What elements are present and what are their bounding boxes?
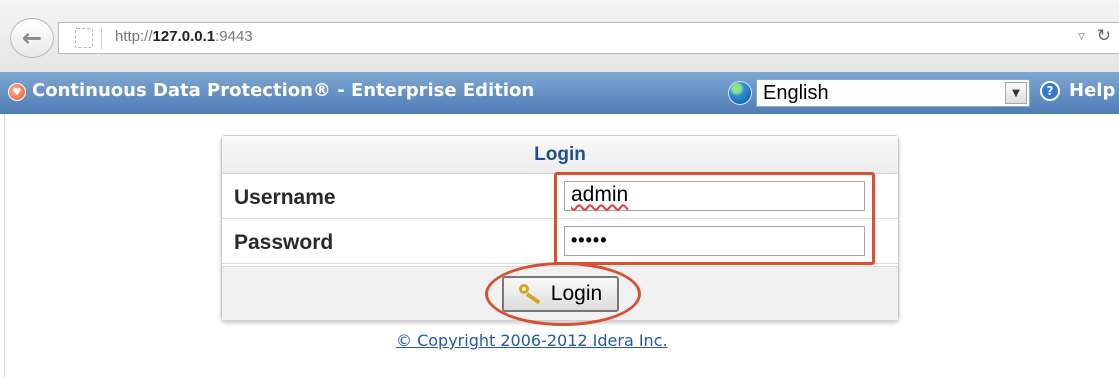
help-link[interactable]: ? Help — [1040, 80, 1115, 101]
username-value: admin — [571, 183, 629, 206]
login-title: Login — [534, 144, 586, 165]
username-label: Username — [234, 186, 336, 209]
password-field[interactable]: ••••• — [564, 226, 865, 256]
url-host: 127.0.0.1 — [152, 28, 216, 45]
browser-toolbar: ← http://127.0.0.1:9443 ▿ ↻ — [0, 0, 1119, 72]
password-label: Password — [234, 231, 334, 254]
address-divider — [101, 27, 102, 49]
page-left-border — [4, 114, 5, 377]
password-row: Password ••••• — [222, 220, 898, 264]
login-panel: Login Username admin Password ••••• Logi… — [221, 135, 899, 320]
url-port: :9443 — [215, 28, 253, 45]
shield-icon: ♥ — [8, 83, 26, 101]
page-icon — [75, 28, 93, 48]
key-icon — [518, 284, 543, 305]
language-value: English — [763, 82, 829, 104]
url-protocol: http:// — [115, 28, 153, 45]
copyright-link[interactable]: © Copyright 2006-2012 Idera Inc. — [396, 331, 668, 350]
dropdown-icon[interactable]: ▿ — [1078, 28, 1085, 44]
help-label: Help — [1069, 80, 1116, 101]
login-button[interactable]: Login — [502, 276, 619, 312]
back-arrow-icon: ← — [21, 24, 43, 52]
username-row: Username admin — [222, 175, 898, 219]
url-text[interactable]: http://127.0.0.1:9443 — [115, 28, 253, 45]
login-button-area: Login — [222, 266, 898, 320]
reload-icon[interactable]: ↻ — [1097, 26, 1111, 46]
help-icon: ? — [1040, 80, 1060, 101]
chevron-down-icon[interactable]: ▼ — [1005, 82, 1027, 104]
login-panel-header: Login — [222, 136, 898, 174]
address-bar[interactable]: http://127.0.0.1:9443 ▿ ↻ — [58, 22, 1119, 54]
globe-icon — [728, 81, 752, 105]
back-button[interactable]: ← — [10, 18, 54, 58]
username-field[interactable]: admin — [564, 181, 865, 211]
app-header: ♥ Continuous Data Protection® - Enterpri… — [0, 72, 1119, 114]
app-title: Continuous Data Protection® - Enterprise… — [32, 80, 535, 101]
login-button-label: Login — [550, 282, 603, 305]
key-shaft — [525, 292, 541, 305]
language-select[interactable]: English ▼ — [756, 79, 1030, 107]
